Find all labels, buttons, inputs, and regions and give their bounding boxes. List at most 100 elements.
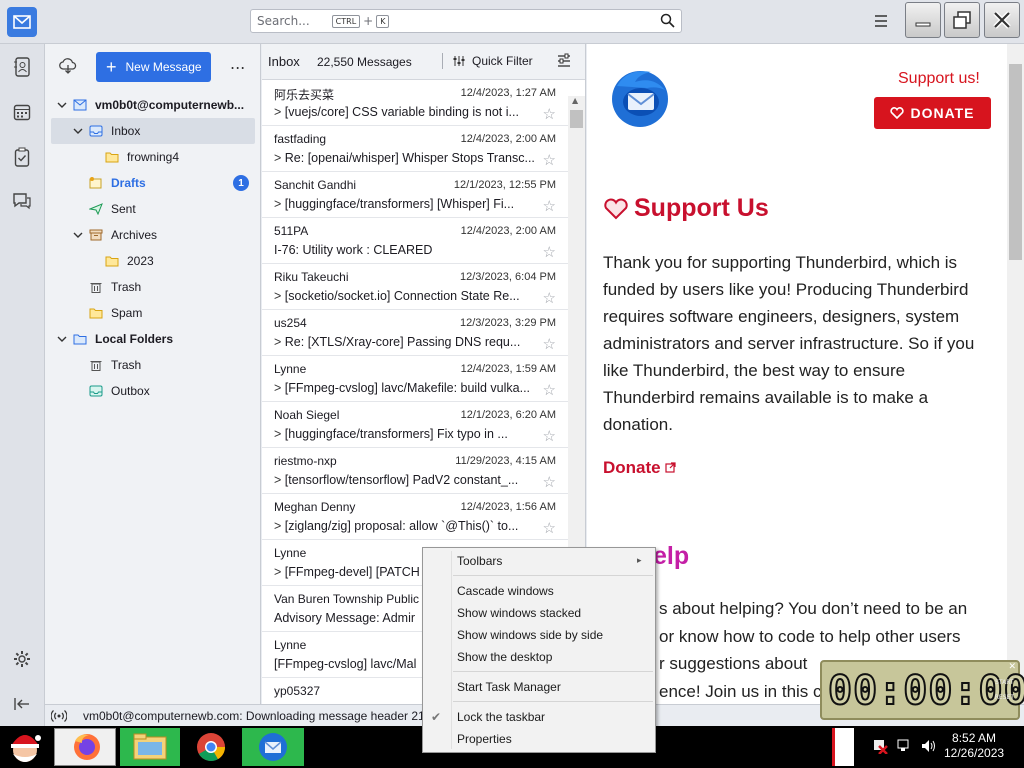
chat-icon[interactable] [11, 190, 33, 212]
calendar-icon[interactable] [11, 101, 33, 123]
reading-pane-scrollbar[interactable] [1007, 44, 1024, 704]
thread-expand-chevron-icon[interactable]: > [274, 335, 285, 349]
quick-filter-label: Quick Filter [472, 54, 533, 68]
support-us-link[interactable]: Support us! [898, 70, 980, 88]
star-icon[interactable]: ☆ [543, 381, 556, 399]
message-row[interactable]: Meghan Denny 12/4/2023, 1:56 AM > [ziglang… [262, 494, 568, 540]
message-row[interactable]: Sanchit Gandhi 12/1/2023, 12:55 PM > [hugg… [262, 172, 568, 218]
message-row[interactable]: Riku Takeuchi 12/3/2023, 6:04 PM > [socket… [262, 264, 568, 310]
online-status-icon[interactable] [50, 708, 68, 725]
star-icon[interactable]: ☆ [543, 473, 556, 491]
collapse-toolbar-icon[interactable] [11, 693, 33, 715]
star-icon[interactable]: ☆ [543, 289, 556, 307]
display-options-icon[interactable] [556, 53, 572, 72]
menu-item-task-manager[interactable]: Start Task Manager [457, 677, 561, 697]
thread-expand-chevron-icon[interactable]: > [274, 151, 285, 165]
star-icon[interactable]: ☆ [543, 243, 556, 261]
star-icon[interactable]: ☆ [543, 519, 556, 537]
message-row[interactable]: Lynne 12/4/2023, 1:59 AM > [FFmpeg-cvslog]… [262, 356, 568, 402]
taskbar-thunderbird-item[interactable] [242, 728, 304, 766]
thread-expand-chevron-icon[interactable]: > [274, 565, 285, 579]
app-menu-icon[interactable] [872, 12, 890, 30]
folder-frowning4[interactable]: frowning4 [45, 144, 261, 170]
settings-gear-icon[interactable] [11, 648, 33, 670]
local-folders-row[interactable]: Local Folders [45, 326, 261, 352]
stopwatch-widget[interactable]: 00:00:00 START RESET ✕ [820, 660, 1024, 720]
donate-button[interactable]: DONATE [874, 97, 991, 129]
network-tray-icon[interactable] [896, 738, 912, 754]
address-book-icon[interactable] [11, 56, 33, 78]
message-row[interactable]: riestmo-nxp 11/29/2023, 4:15 AM > [tensorf… [262, 448, 568, 494]
start-button[interactable]: START [995, 678, 1014, 687]
star-icon[interactable]: ☆ [543, 335, 556, 353]
mail-space-icon[interactable] [7, 7, 37, 37]
network-error-icon[interactable] [872, 738, 888, 755]
get-messages-icon[interactable] [59, 58, 77, 77]
star-icon[interactable]: ☆ [543, 197, 556, 215]
quick-filter-button[interactable]: Quick Filter [452, 54, 533, 68]
star-icon[interactable]: ☆ [543, 427, 556, 445]
account-row[interactable]: vm0b0t@computernewb... [45, 92, 261, 118]
thread-expand-chevron-icon[interactable]: > [274, 197, 285, 211]
message-row[interactable]: 511PA 12/4/2023, 2:00 AM I-76: Utility wor… [262, 218, 568, 264]
chevron-down-icon[interactable] [57, 100, 67, 110]
plus-icon: + [106, 57, 117, 77]
volume-icon[interactable] [920, 738, 938, 754]
folder-drafts[interactable]: Drafts 1 [45, 170, 261, 196]
thread-expand-chevron-icon[interactable]: > [274, 427, 285, 441]
chevron-down-icon[interactable] [73, 230, 83, 240]
taskbar-clock[interactable]: 8:52 AM 12/26/2023 [944, 731, 1004, 761]
minimize-button[interactable] [905, 2, 941, 38]
donate-button-label: DONATE [910, 105, 975, 121]
folder-spam[interactable]: Spam [45, 300, 261, 326]
menu-item-side-by-side[interactable]: Show windows side by side [457, 625, 603, 645]
tray-show-desktop-icon[interactable] [832, 728, 854, 766]
scroll-up-arrow-icon[interactable]: ▲ [572, 96, 578, 105]
menu-item-show-desktop[interactable]: Show the desktop [457, 647, 552, 667]
folder-label: Outbox [111, 384, 150, 398]
folder-inbox[interactable]: Inbox [51, 118, 255, 144]
menu-item-stacked[interactable]: Show windows stacked [457, 603, 581, 623]
new-message-button[interactable]: + New Message [96, 52, 211, 82]
thread-expand-chevron-icon[interactable]: > [274, 289, 285, 303]
scrollbar-thumb[interactable] [1009, 64, 1022, 260]
tasks-icon[interactable] [11, 146, 33, 168]
reset-button[interactable]: RESET [995, 693, 1014, 702]
close-button[interactable] [984, 2, 1020, 38]
close-icon[interactable]: ✕ [1008, 662, 1016, 672]
restore-button[interactable] [944, 2, 980, 38]
thread-expand-chevron-icon[interactable]: > [274, 105, 285, 119]
message-row[interactable]: Noah Siegel 12/1/2023, 6:20 AM > [huggingf… [262, 402, 568, 448]
search-icon[interactable] [660, 13, 675, 31]
folder-local-trash[interactable]: Trash [45, 352, 261, 378]
start-button-santa-icon[interactable] [2, 728, 48, 766]
thread-expand-chevron-icon[interactable]: > [274, 519, 285, 533]
menu-item-properties[interactable]: Properties [457, 729, 512, 749]
message-row[interactable]: 阿乐去买菜 12/4/2023, 1:27 AM > [vuejs/core] CS… [262, 80, 568, 126]
message-row[interactable]: fastfading 12/4/2023, 2:00 AM > Re: [opena… [262, 126, 568, 172]
taskbar-firefox-item[interactable] [54, 728, 116, 766]
folder-label: Sent [111, 202, 136, 216]
donate-link[interactable]: Donate [603, 458, 676, 478]
folder-sent[interactable]: Sent [45, 196, 261, 222]
search-input[interactable]: Search... CTRL + K [250, 9, 682, 33]
thread-expand-chevron-icon[interactable]: > [274, 473, 285, 487]
star-icon[interactable]: ☆ [543, 105, 556, 123]
chevron-down-icon[interactable] [57, 334, 67, 344]
menu-item-cascade[interactable]: Cascade windows [457, 581, 554, 601]
message-row[interactable]: us254 12/3/2023, 3:29 PM > Re: [XTLS/Xray-… [262, 310, 568, 356]
folder-archives[interactable]: Archives [45, 222, 261, 248]
menu-item-lock-taskbar[interactable]: Lock the taskbar [457, 707, 545, 727]
taskbar-chrome-item[interactable] [186, 728, 236, 766]
chevron-down-icon[interactable] [73, 126, 83, 136]
taskbar-file-explorer-item[interactable] [120, 728, 180, 766]
menu-item-toolbars[interactable]: Toolbars [457, 551, 502, 571]
thread-expand-chevron-icon[interactable]: > [274, 381, 285, 395]
star-icon[interactable]: ☆ [543, 151, 556, 169]
folder-2023[interactable]: 2023 [45, 248, 261, 274]
scrollbar-thumb[interactable] [570, 110, 583, 128]
inbox-icon [89, 125, 103, 137]
folder-outbox[interactable]: Outbox [45, 378, 261, 404]
folder-trash[interactable]: Trash [45, 274, 261, 300]
folder-pane-more-button[interactable]: ... [230, 54, 245, 73]
